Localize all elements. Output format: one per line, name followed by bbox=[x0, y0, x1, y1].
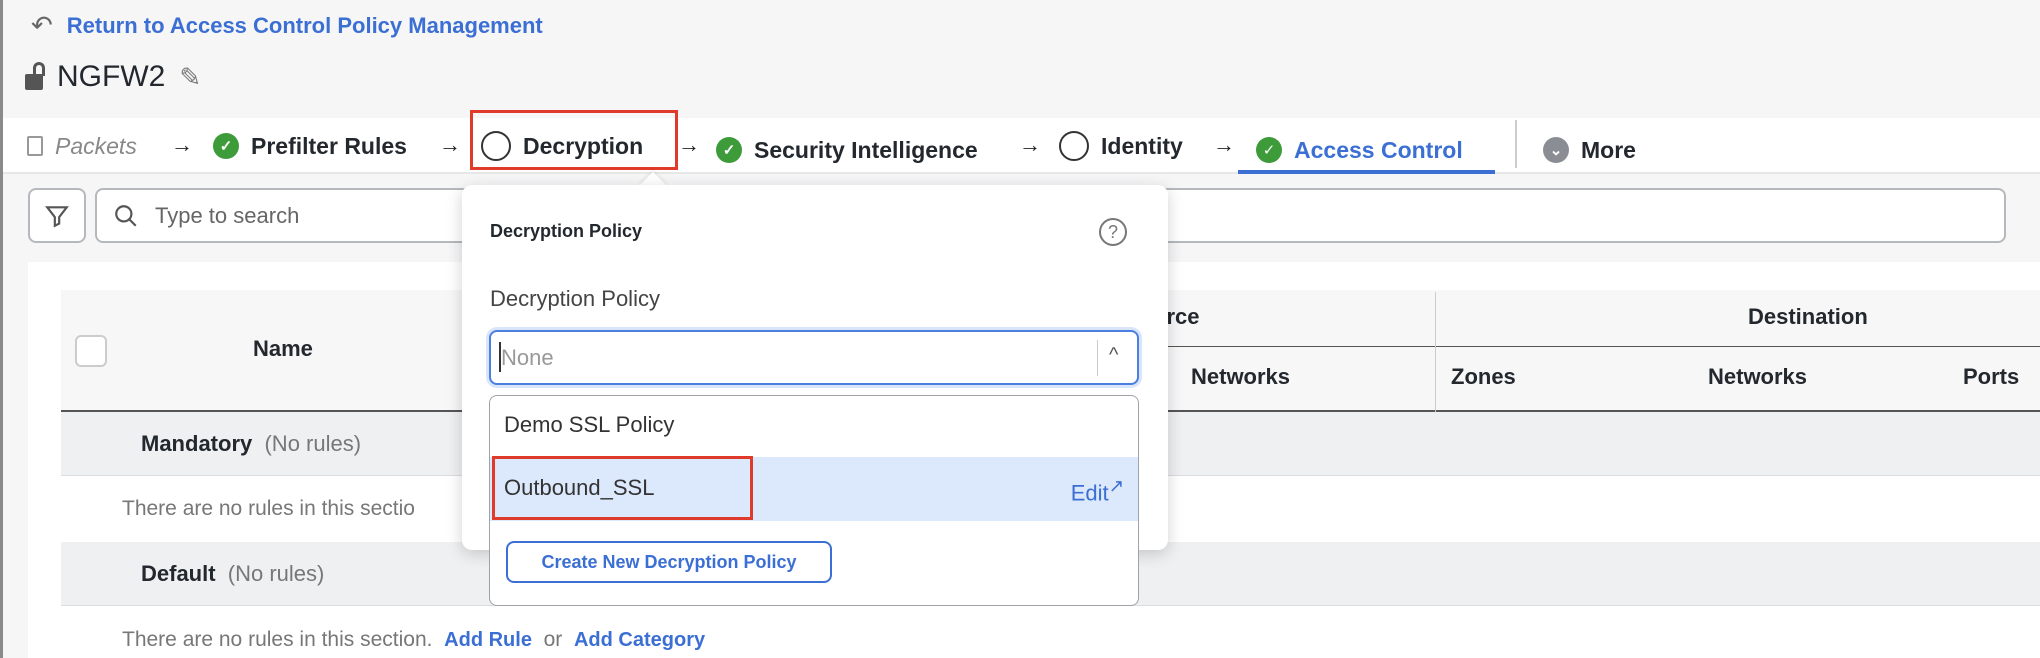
section-count: (No rules) bbox=[264, 430, 362, 456]
popover-title: Decryption Policy bbox=[490, 221, 643, 241]
create-new-decryption-policy-button[interactable]: Create New Decryption Policy bbox=[506, 541, 832, 583]
search-placeholder: Type to search bbox=[155, 202, 300, 228]
chevron-up-icon[interactable]: ^ bbox=[1109, 344, 1118, 367]
search-icon bbox=[115, 204, 137, 227]
field-label: Decryption Policy bbox=[490, 286, 660, 311]
edit-link[interactable]: Edit↗ bbox=[1071, 475, 1124, 506]
or-text: or bbox=[543, 628, 563, 651]
filter-icon bbox=[45, 205, 69, 228]
empty-section-row: There are no rules in this section. Add … bbox=[122, 628, 705, 652]
empty-circle-icon bbox=[1059, 131, 1089, 161]
tab-security-intelligence[interactable]: ✓ Security Intelligence bbox=[716, 122, 978, 178]
arrow-icon: → bbox=[1213, 132, 1235, 157]
select-placeholder: None bbox=[501, 345, 554, 370]
option-demo-ssl-policy[interactable]: Demo SSL Policy bbox=[490, 396, 1138, 456]
header-divider bbox=[1153, 346, 2040, 347]
return-arrow-icon: ↶ bbox=[31, 10, 53, 40]
column-divider bbox=[1435, 292, 1436, 412]
help-icon[interactable]: ? bbox=[1099, 218, 1127, 246]
policy-name: NGFW2 bbox=[57, 60, 166, 93]
arrow-icon: → bbox=[678, 132, 700, 157]
decryption-policy-select[interactable]: None ^ bbox=[489, 330, 1139, 385]
tab-identity[interactable]: Identity bbox=[1059, 118, 1183, 174]
check-icon: ✓ bbox=[716, 137, 742, 163]
empty-section-text: There are no rules in this sectio bbox=[122, 497, 415, 520]
unlock-icon bbox=[25, 62, 45, 90]
tab-packets[interactable]: Packets bbox=[27, 118, 137, 174]
active-tab-underline bbox=[1238, 170, 1495, 174]
column-dest-ports: Ports bbox=[1963, 364, 2020, 389]
packets-icon bbox=[27, 136, 43, 156]
edit-pencil-icon[interactable]: ✎ bbox=[179, 62, 201, 93]
annotation-highlight-outbound-ssl bbox=[492, 456, 753, 520]
section-name: Default bbox=[141, 560, 216, 586]
tab-prefilter-rules[interactable]: ✓ Prefilter Rules bbox=[213, 118, 407, 174]
section-name: Mandatory bbox=[141, 430, 253, 456]
select-all-checkbox[interactable] bbox=[75, 335, 107, 367]
arrow-icon: → bbox=[1019, 132, 1041, 157]
select-divider bbox=[1097, 340, 1098, 376]
column-name: Name bbox=[253, 336, 313, 361]
column-group-destination: Destination bbox=[1748, 304, 1868, 329]
section-count: (No rules) bbox=[227, 560, 325, 586]
chevron-down-icon: ⌄ bbox=[1543, 137, 1569, 163]
column-dest-networks: Networks bbox=[1708, 364, 1808, 389]
check-icon: ✓ bbox=[213, 133, 239, 159]
external-link-icon: ↗ bbox=[1108, 475, 1124, 496]
annotation-highlight-decryption bbox=[470, 110, 678, 170]
policy-tab-bar: Packets → ✓ Prefilter Rules → Decryption … bbox=[3, 118, 2040, 174]
filter-button[interactable] bbox=[28, 188, 86, 243]
arrow-icon: → bbox=[439, 132, 461, 157]
back-link[interactable]: ↶ Return to Access Control Policy Manage… bbox=[31, 10, 543, 41]
back-link-label[interactable]: Return to Access Control Policy Manageme… bbox=[67, 13, 543, 39]
add-category-link[interactable]: Add Category bbox=[574, 629, 705, 651]
empty-section-text: There are no rules in this section. bbox=[122, 628, 433, 651]
tab-separator bbox=[1515, 120, 1517, 168]
add-rule-link[interactable]: Add Rule bbox=[444, 629, 532, 651]
tab-more[interactable]: ⌄ More bbox=[1543, 122, 1636, 178]
arrow-icon: → bbox=[171, 132, 193, 157]
column-dest-zones: Zones bbox=[1451, 364, 1516, 389]
column-source-networks: Networks bbox=[1191, 364, 1291, 389]
check-icon: ✓ bbox=[1256, 137, 1282, 163]
policy-title: NGFW2 ✎ bbox=[25, 60, 201, 94]
